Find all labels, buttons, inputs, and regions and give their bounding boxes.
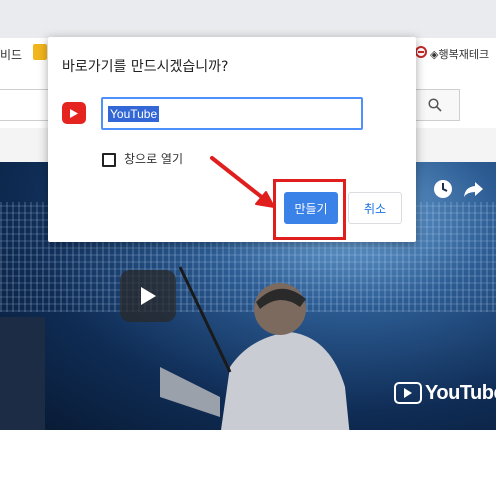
- search-button[interactable]: [410, 89, 460, 121]
- bookmark-item-right[interactable]: ◈행복재테크: [430, 46, 489, 62]
- dialog-title: 바로가기를 만드시겠습니까?: [62, 59, 229, 75]
- youtube-wordmark: YouTube: [425, 381, 500, 404]
- page-right-edge: [496, 0, 500, 500]
- youtube-play-icon: [394, 382, 422, 404]
- open-as-window-checkbox[interactable]: [102, 153, 116, 167]
- page-below-video: [0, 430, 500, 500]
- shortcut-name-value: YouTube: [108, 106, 160, 122]
- bookmark-item-left[interactable]: 비드: [0, 46, 22, 63]
- poster-text-area: [0, 317, 45, 430]
- cancel-button[interactable]: 취소: [348, 192, 402, 224]
- open-as-window-label[interactable]: 창으로 열기: [124, 150, 183, 167]
- youtube-watermark[interactable]: YouTube: [394, 380, 500, 406]
- performer-figure: [160, 266, 350, 430]
- bookmark-site-icon[interactable]: [415, 46, 427, 58]
- play-icon: [141, 287, 156, 305]
- red-arrow-icon: [210, 156, 275, 208]
- shortcut-name-input[interactable]: YouTube: [101, 97, 363, 130]
- bookmark-folder-icon[interactable]: [33, 44, 47, 60]
- youtube-icon: [62, 102, 86, 124]
- search-icon: [428, 98, 442, 112]
- video-play-button[interactable]: [120, 270, 176, 322]
- share-icon[interactable]: [462, 178, 484, 200]
- browser-top-strip: [0, 0, 500, 38]
- clock-icon[interactable]: [432, 178, 454, 200]
